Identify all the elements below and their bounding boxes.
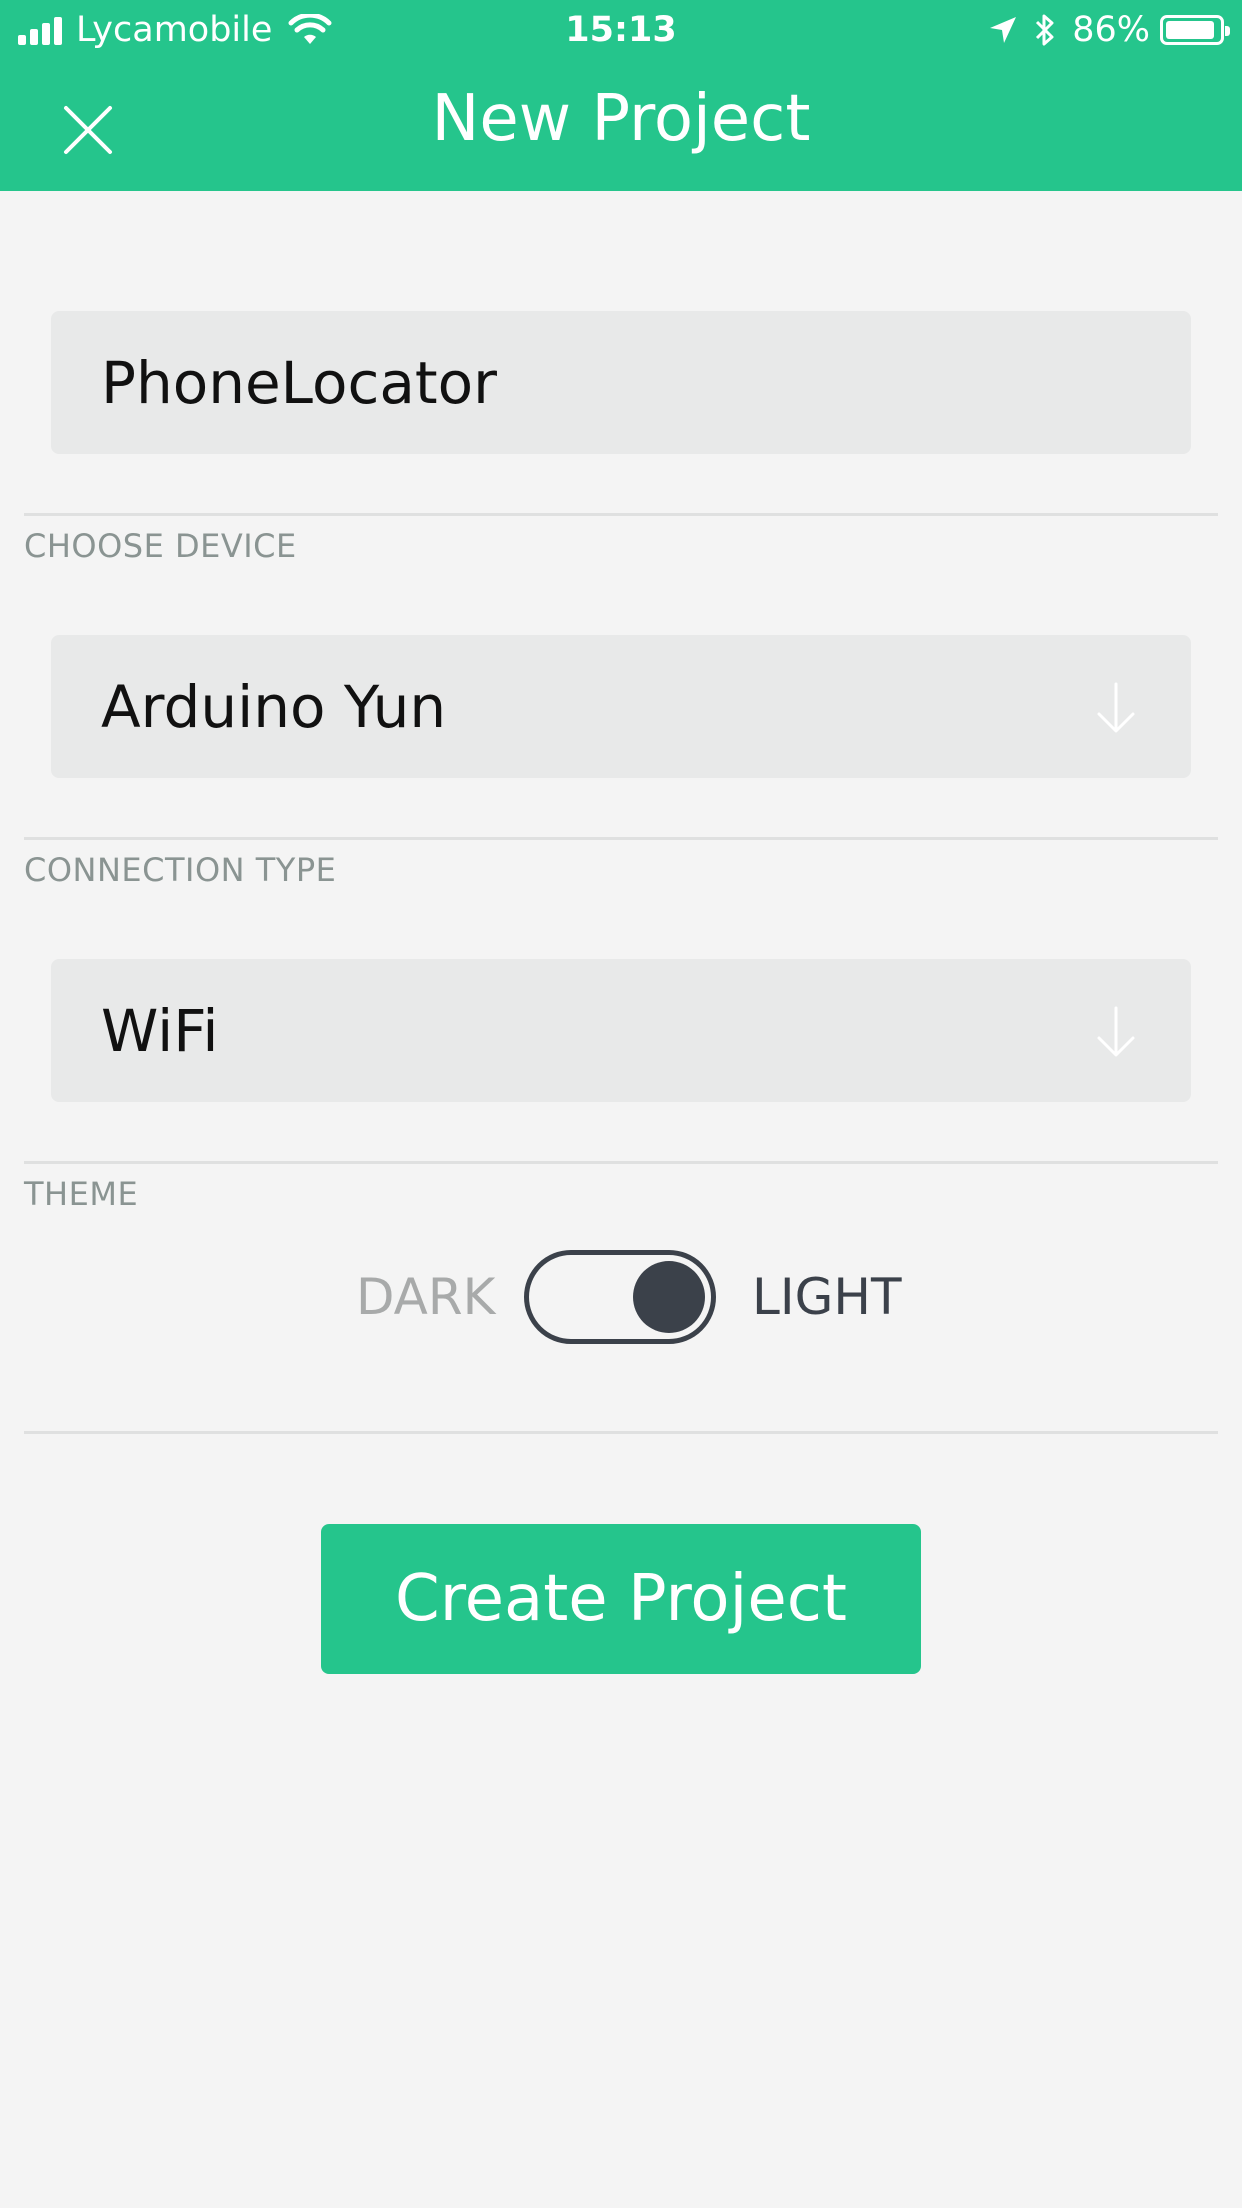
- battery-icon: [1160, 15, 1230, 45]
- status-right: 86%: [988, 10, 1230, 50]
- arrow-down-icon: [1097, 1006, 1135, 1057]
- page-title: New Project: [431, 82, 811, 156]
- device-value: Arduino Yun: [101, 672, 447, 741]
- battery-percent: 86%: [1072, 10, 1150, 50]
- status-bar: Lycamobile 15:13 86%: [0, 0, 1242, 62]
- connection-type-label: CONNECTION TYPE: [24, 851, 337, 889]
- project-name-value: PhoneLocator: [101, 348, 497, 417]
- create-project-button[interactable]: Create Project: [321, 1524, 921, 1674]
- toggle-knob: [633, 1261, 705, 1333]
- arrow-down-icon: [1097, 682, 1135, 733]
- divider: [24, 1161, 1218, 1164]
- header-bar: Lycamobile 15:13 86% New Project: [0, 0, 1242, 191]
- device-select[interactable]: Arduino Yun: [51, 635, 1191, 778]
- theme-light-label[interactable]: LIGHT: [752, 1268, 902, 1326]
- project-name-input[interactable]: PhoneLocator: [51, 311, 1191, 454]
- location-arrow-icon: [990, 17, 1017, 43]
- theme-switch-row: DARK LIGHT: [0, 1250, 1242, 1350]
- connection-type-select[interactable]: WiFi: [51, 959, 1191, 1102]
- theme-toggle[interactable]: [524, 1250, 716, 1344]
- divider: [24, 513, 1218, 516]
- connection-type-value: WiFi: [101, 996, 219, 1065]
- battery-fill: [1166, 21, 1214, 39]
- theme-label: THEME: [24, 1175, 139, 1213]
- bluetooth-icon: [1036, 14, 1054, 46]
- theme-dark-label[interactable]: DARK: [356, 1268, 495, 1326]
- choose-device-label: CHOOSE DEVICE: [24, 527, 297, 565]
- divider: [24, 837, 1218, 840]
- divider: [24, 1431, 1218, 1434]
